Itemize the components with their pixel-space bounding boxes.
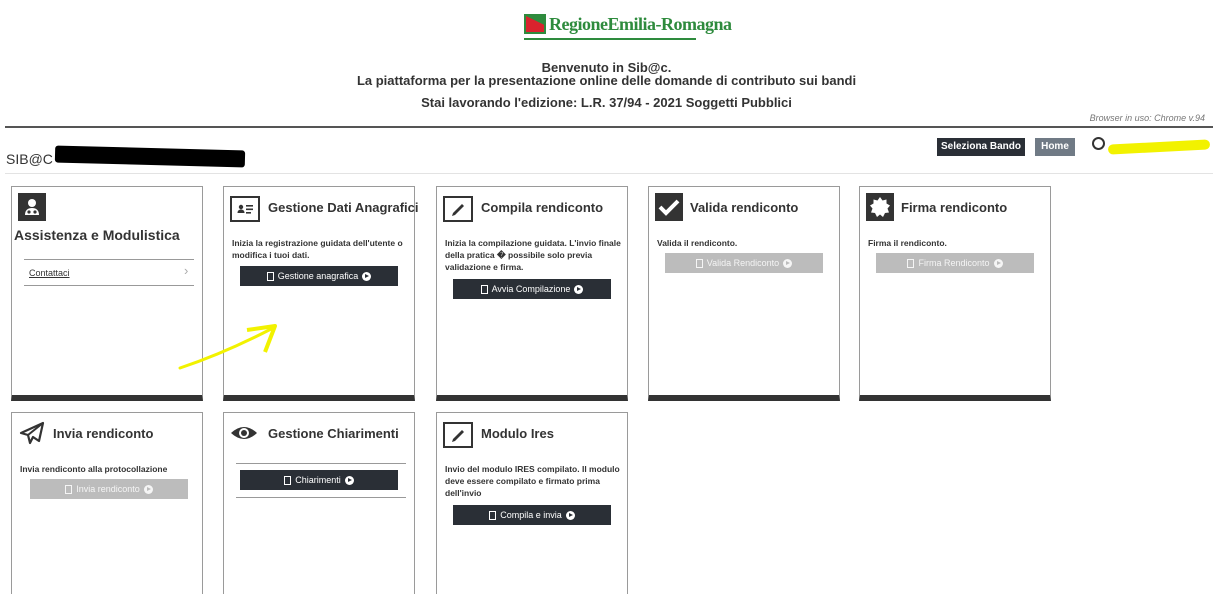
card-description: Firma il rendiconto. <box>868 238 947 248</box>
contattaci-link[interactable]: Contattaci <box>29 268 70 278</box>
chiarimenti-button[interactable]: Chiarimenti <box>240 470 398 490</box>
card-description: Valida il rendiconto. <box>657 238 738 248</box>
logo-text: RegioneEmilia-Romagna <box>549 13 732 34</box>
edition-info: Stai lavorando l'edizione: L.R. 37/94 - … <box>421 95 792 110</box>
button-label: Gestione anagrafica <box>277 271 359 281</box>
region-flag-icon <box>524 14 546 34</box>
annotation-arrow <box>178 324 277 370</box>
check-icon <box>655 193 683 221</box>
card-title: Firma rendiconto <box>901 200 1008 215</box>
card-title: Modulo Ires <box>481 426 554 441</box>
button-label: Avvia Compilazione <box>491 284 571 294</box>
arrow-circle-right-icon <box>783 258 793 268</box>
chevron-right-icon: › <box>184 263 189 278</box>
avvia-compilazione-button[interactable]: Avvia Compilazione <box>453 279 611 299</box>
document-icon <box>480 284 488 294</box>
divider <box>24 259 194 260</box>
seleziona-bando-button[interactable]: Seleziona Bando <box>937 138 1025 156</box>
document-icon <box>284 475 292 485</box>
user-support-icon <box>18 193 46 221</box>
redacted-username-highlight <box>1107 139 1211 155</box>
button-label: Chiarimenti <box>295 475 341 485</box>
button-label: Valida Rendiconto <box>706 258 780 268</box>
invia-rendiconto-button[interactable]: Invia rendiconto <box>30 479 188 499</box>
header-divider <box>5 126 1213 128</box>
card-ires: Modulo Ires Invio del modulo IRES compil… <box>436 412 628 594</box>
document-icon <box>695 258 703 268</box>
home-button[interactable]: Home <box>1035 138 1075 156</box>
document-icon <box>65 484 73 494</box>
card-title: Compila rendiconto <box>481 200 604 215</box>
arrow-circle-right-icon <box>993 258 1003 268</box>
card-description: Invio del modulo IRES compilato. Il modu… <box>445 464 620 498</box>
card-title: Valida rendiconto <box>690 200 799 215</box>
arrow-circle-right-icon <box>344 475 354 485</box>
redacted-area <box>54 145 246 168</box>
card-title: Gestione Chiarimenti <box>268 426 399 441</box>
divider <box>24 285 194 286</box>
compila-e-invia-button[interactable]: Compila e invia <box>453 505 611 525</box>
arrow-circle-right-icon <box>362 271 372 281</box>
welcome-subtitle: La piattaforma per la presentazione onli… <box>356 73 857 88</box>
button-label: Invia rendiconto <box>76 484 140 494</box>
edit-icon <box>443 196 473 222</box>
arrow-circle-right-icon <box>574 284 584 294</box>
region-logo: RegioneEmilia-Romagna <box>524 12 732 36</box>
card-compila: Compila rendiconto Inizia la compilazion… <box>436 186 628 401</box>
arrow-circle-right-icon <box>565 510 575 520</box>
document-icon <box>907 258 915 268</box>
card-chiarimenti: Gestione Chiarimenti Chiarimenti <box>223 412 415 594</box>
brand-name[interactable]: SIB@C <box>6 151 53 167</box>
firma-rendiconto-button[interactable]: Firma Rendiconto <box>876 253 1034 273</box>
paper-plane-icon <box>18 419 46 447</box>
id-card-icon <box>230 196 260 222</box>
button-label: Firma Rendiconto <box>918 258 990 268</box>
card-firma: Firma rendiconto Firma il rendiconto. Fi… <box>859 186 1051 401</box>
gestione-anagrafica-button[interactable]: Gestione anagrafica <box>240 266 398 286</box>
card-description: Invia rendiconto alla protocollazione <box>20 464 168 474</box>
logo-underline <box>524 38 696 40</box>
document-icon <box>489 510 497 520</box>
card-invia: Invia rendiconto Invia rendiconto alla p… <box>11 412 203 594</box>
arrow-circle-right-icon <box>143 484 153 494</box>
navbar-divider <box>5 173 1213 174</box>
eye-icon <box>230 419 258 447</box>
card-description: Inizia la compilazione guidata. L'invio … <box>445 238 621 272</box>
browser-info: Browser in uso: Chrome v.94 <box>1089 113 1205 123</box>
user-icon[interactable] <box>1092 137 1105 150</box>
divider <box>236 463 406 464</box>
divider <box>236 497 406 498</box>
document-icon <box>266 271 274 281</box>
card-title: Invia rendiconto <box>53 426 154 441</box>
card-title: Gestione Dati Anagrafici <box>268 200 419 215</box>
valida-rendiconto-button[interactable]: Valida Rendiconto <box>665 253 823 273</box>
card-description: Inizia la registrazione guidata dell'ute… <box>232 238 403 260</box>
button-label: Compila e invia <box>500 510 562 520</box>
card-title: Assistenza e Modulistica <box>14 227 180 243</box>
card-valida: Valida rendiconto Valida il rendiconto. … <box>648 186 840 401</box>
seal-icon <box>866 193 894 221</box>
edit-icon <box>443 422 473 448</box>
